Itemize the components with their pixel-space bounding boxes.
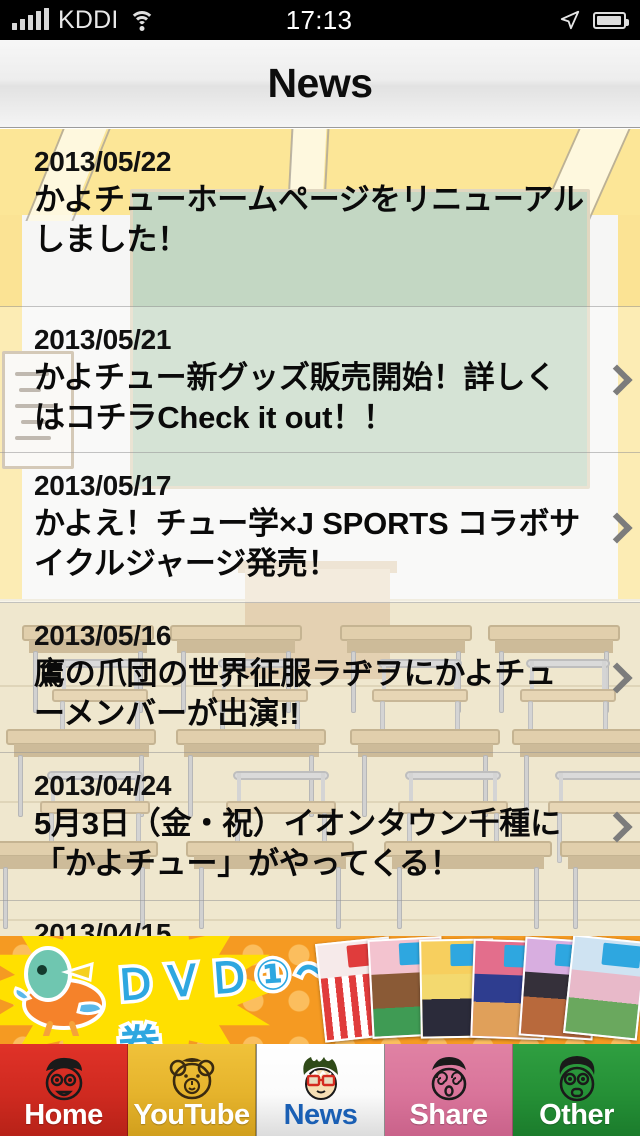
ad-banner[interactable]: ＤＶＤ①～⑥巻 絶賛発売チュー！ xyxy=(0,936,640,1044)
news-title: かよチュー新グッズ販売開始！詳しくはコチラCheck it out！！ xyxy=(34,360,557,435)
signal-bars-icon xyxy=(12,8,49,30)
tab-news[interactable]: News xyxy=(256,1044,385,1136)
chevron-right-icon xyxy=(604,364,622,396)
list-item[interactable]: 2013/05/21 かよチュー新グッズ販売開始！詳しくはコチラCheck it… xyxy=(0,307,640,453)
character-share-icon xyxy=(431,1057,466,1101)
app-root: KDDI 17:13 News 2013/05/22 かよチューホームページをリ… xyxy=(0,0,640,1136)
character-bear-icon xyxy=(169,1058,214,1100)
character-news-icon xyxy=(302,1057,338,1100)
news-date: 2013/04/24 xyxy=(34,770,172,801)
chevron-right-icon xyxy=(604,811,622,843)
dvd-cover xyxy=(563,936,640,1041)
tab-label: News xyxy=(283,1099,358,1131)
dvd-cover-fan xyxy=(315,936,640,1043)
news-title: 鷹の爪団の世界征服ラヂヲにかよチューメンバーが出演!! xyxy=(34,656,557,731)
battery-icon xyxy=(593,11,630,29)
location-arrow-icon xyxy=(560,10,580,30)
tab-share[interactable]: Share xyxy=(385,1044,513,1136)
page-title: News xyxy=(267,60,373,106)
tab-other[interactable]: Other xyxy=(513,1044,640,1136)
navigation-bar: News xyxy=(0,40,640,128)
news-title: かよえ！チュー学×J SPORTS コラボサイクルジャージ発売！ xyxy=(34,506,581,581)
tab-home[interactable]: Home xyxy=(0,1044,128,1136)
news-date: 2013/04/15 xyxy=(34,918,172,936)
status-bar-left: KDDI xyxy=(0,6,286,35)
bird-mascot-icon xyxy=(13,946,106,1036)
status-bar: KDDI 17:13 xyxy=(0,0,640,40)
tab-youtube[interactable]: YouTube xyxy=(128,1044,256,1136)
news-title: かよチューホームページをリニューアルしました！ xyxy=(34,182,584,257)
news-date: 2013/05/17 xyxy=(34,470,172,501)
tab-label: Share xyxy=(409,1099,488,1131)
tab-label: YouTube xyxy=(133,1099,250,1131)
carrier-label: KDDI xyxy=(58,5,119,34)
status-bar-clock: 17:13 xyxy=(285,4,353,35)
wifi-icon xyxy=(128,10,156,31)
list-item[interactable]: 2013/04/24 5月3日（金・祝）イオンタウン千種に「かよチュー」がやって… xyxy=(0,753,640,901)
chevron-right-icon xyxy=(604,512,622,544)
news-date: 2013/05/22 xyxy=(34,146,172,177)
list-item[interactable]: 2013/05/16 鷹の爪団の世界征服ラヂヲにかよチューメンバーが出演!! xyxy=(0,603,640,753)
status-bar-right xyxy=(352,9,640,31)
tab-label: Home xyxy=(24,1099,103,1131)
list-item[interactable]: 2013/05/17 かよえ！チュー学×J SPORTS コラボサイクルジャージ… xyxy=(0,453,640,603)
news-list[interactable]: 2013/05/22 かよチューホームページをリニューアルしました！ 2013/… xyxy=(0,129,640,936)
character-home-icon xyxy=(45,1057,82,1101)
news-title: 5月3日（金・祝）イオンタウン千種に「かよチュー」がやってくる！ xyxy=(34,806,561,881)
news-date: 2013/05/21 xyxy=(34,324,172,355)
chevron-right-icon xyxy=(604,662,622,694)
tab-bar: Home YouTube News Share Other xyxy=(0,1044,640,1136)
list-item[interactable]: 2013/05/22 かよチューホームページをリニューアルしました！ xyxy=(0,129,640,307)
list-item[interactable]: 2013/04/15 xyxy=(0,901,640,936)
character-other-icon xyxy=(559,1056,594,1102)
news-date: 2013/05/16 xyxy=(34,620,172,651)
tab-label: Other xyxy=(539,1099,614,1131)
